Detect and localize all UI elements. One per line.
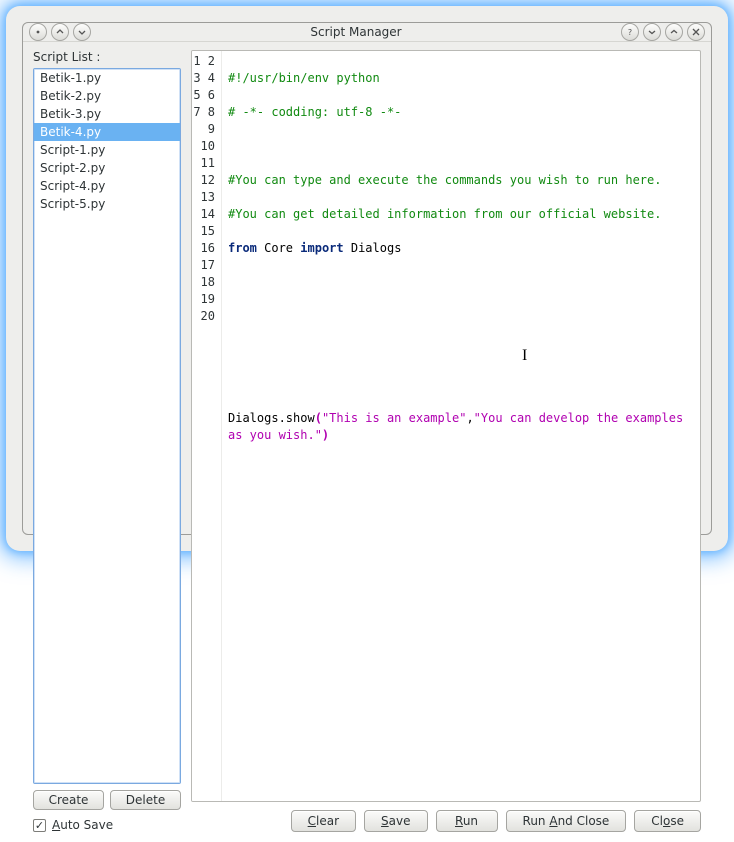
maximize-icon[interactable] [665,23,683,41]
list-item[interactable]: Script-5.py [34,195,180,213]
line-number-gutter: 1 2 3 4 5 6 7 8 9 10 11 12 13 14 15 16 1… [192,51,222,801]
minimize-icon[interactable] [643,23,661,41]
titlebar: Script Manager ? [23,23,711,42]
close-icon[interactable] [687,23,705,41]
script-list[interactable]: Betik-1.pyBetik-2.pyBetik-3.pyBetik-4.py… [33,68,181,784]
code-area[interactable]: #!/usr/bin/env python # -*- codding: utf… [222,51,700,801]
auto-save-label: Auto Save [52,818,113,832]
delete-button[interactable]: Delete [110,790,181,810]
list-item[interactable]: Betik-2.py [34,87,180,105]
titlebar-button-1-icon[interactable] [29,23,47,41]
create-button[interactable]: Create [33,790,104,810]
window-title: Script Manager [91,25,621,39]
clear-button[interactable]: Clear [291,810,356,832]
save-button[interactable]: Save [364,810,427,832]
chevron-down-icon[interactable] [73,23,91,41]
close-button[interactable]: Close [634,810,701,832]
list-item[interactable]: Betik-3.py [34,105,180,123]
list-item[interactable]: Script-4.py [34,177,180,195]
svg-text:?: ? [628,28,632,37]
run-button[interactable]: Run [436,810,498,832]
help-icon[interactable]: ? [621,23,639,41]
list-item[interactable]: Betik-4.py [34,123,180,141]
code-editor[interactable]: 1 2 3 4 5 6 7 8 9 10 11 12 13 14 15 16 1… [191,50,701,802]
script-list-label: Script List : [33,50,181,64]
run-and-close-button[interactable]: Run And Close [506,810,627,832]
list-item[interactable]: Script-1.py [34,141,180,159]
auto-save-checkbox[interactable]: ✓ Auto Save [33,818,181,832]
script-manager-window: Script Manager ? Script List : Betik-1.p… [22,22,712,535]
list-item[interactable]: Betik-1.py [34,69,180,87]
list-item[interactable]: Script-2.py [34,159,180,177]
chevron-up-icon[interactable] [51,23,69,41]
checkmark-icon: ✓ [33,819,46,832]
